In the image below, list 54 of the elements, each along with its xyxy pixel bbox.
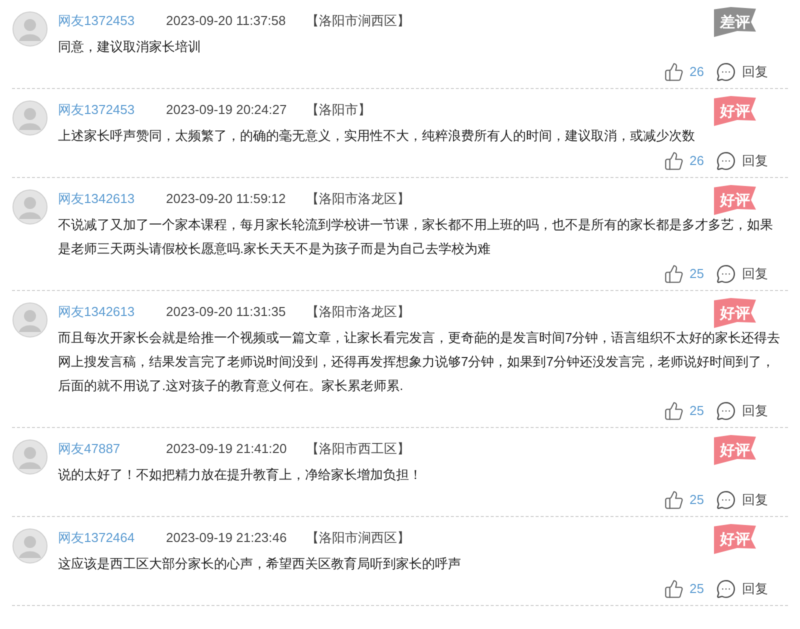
rating-badge: 好评	[714, 185, 756, 215]
comment-location: 【洛阳市涧西区】	[306, 529, 410, 547]
comment-location: 【洛阳市洛龙区】	[306, 303, 410, 321]
thumbs-up-icon[interactable]	[664, 151, 684, 171]
comment-time: 2023-09-19 20:24:27	[166, 101, 288, 119]
thumbs-up-icon[interactable]	[664, 401, 684, 421]
rating-badge: 好评	[714, 524, 756, 554]
comment-text: 这应该是西工区大部分家长的心声，希望西关区教育局听到家长的呼声	[58, 555, 462, 573]
like-count: 26	[690, 152, 704, 170]
avatar-icon	[12, 11, 48, 47]
comment-time: 2023-09-19 21:23:46	[166, 529, 288, 547]
comment-location: 【洛阳市西工区】	[306, 440, 410, 458]
comment-icon[interactable]	[716, 62, 736, 82]
like-count: 25	[690, 580, 704, 598]
comment-icon[interactable]	[716, 490, 736, 510]
comment-time: 2023-09-20 11:59:12	[166, 190, 287, 208]
comment-icon[interactable]	[716, 579, 736, 599]
comment-location: 【洛阳市洛龙区】	[306, 190, 410, 208]
comment-icon[interactable]	[716, 151, 736, 171]
reply-link[interactable]: 回复	[742, 62, 768, 82]
thumbs-up-icon[interactable]	[664, 264, 684, 284]
avatar-icon	[12, 439, 48, 475]
comment-location: 【洛阳市】	[306, 101, 371, 119]
comment-time: 2023-09-20 11:31:35	[166, 303, 287, 321]
avatar-icon	[12, 302, 48, 338]
like-count: 25	[690, 265, 704, 284]
rating-badge: 好评	[714, 435, 756, 465]
comment-icon[interactable]	[716, 401, 736, 421]
thumbs-up-icon[interactable]	[664, 579, 684, 599]
comment-time: 2023-09-20 11:37:58	[166, 12, 287, 30]
comment-text: 而且每次开家长会就是给推一个视频或一篇文章，让家长看完发言，更奇葩的是发言时间7分钟，语言组织不太好的家长还得去网上搜发言稿，结果发言完了老师说时间没到，还得再发挥想象力说够7分钟，如果到7分钟还没发言完，老师说好时间到了，后面的就不用说了.这对孩子的教育意义何在。家长累老师累.	[58, 329, 782, 395]
like-count: 26	[690, 63, 704, 82]
avatar-icon	[12, 100, 48, 136]
rating-badge: 好评	[714, 298, 756, 328]
comment-icon[interactable]	[716, 264, 736, 284]
avatar-icon	[12, 189, 48, 225]
comment-location: 【洛阳市涧西区】	[306, 12, 410, 30]
reply-link[interactable]: 回复	[742, 401, 768, 421]
avatar-icon	[12, 528, 48, 564]
like-count: 25	[690, 402, 704, 420]
rating-badge: 好评	[714, 96, 756, 126]
thumbs-up-icon[interactable]	[664, 490, 684, 510]
reply-link[interactable]: 回复	[742, 264, 768, 284]
comment-text: 说的太好了！不如把精力放在提升教育上，净给家长增加负担！	[58, 466, 423, 484]
thumbs-up-icon[interactable]	[664, 62, 684, 82]
rating-badge: 差评	[714, 7, 756, 37]
comment-time: 2023-09-19 21:41:20	[166, 440, 288, 458]
reply-link[interactable]: 回复	[742, 151, 768, 171]
reply-link[interactable]: 回复	[742, 490, 768, 510]
like-count: 25	[690, 491, 704, 510]
reply-link[interactable]: 回复	[742, 579, 768, 599]
comment-text: 同意，建议取消家长培训	[58, 38, 202, 56]
comment-text: 不说减了又加了一个家本课程，每月家长轮流到学校讲一节课，家长都不用上班的吗，也不是所有的家长都是多才多艺，如果是老师三天两头请假校长愿意吗.家长天天不是为孩子而是为自己去学校为难	[58, 216, 774, 258]
comment-text: 上述家长呼声赞同，太频繁了，的确的毫无意义，实用性不大，纯粹浪费所有人的时间，建议取消，或减少次数	[58, 127, 696, 145]
